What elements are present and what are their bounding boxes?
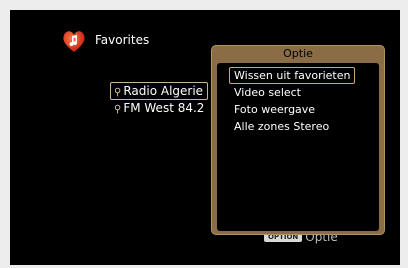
menu-item-all-zones-stereo[interactable]: Alle zones Stereo [229, 118, 334, 135]
popup-menu: Wissen uit favorieten Video select Foto … [217, 63, 379, 231]
tv-screen: Favorites ⚲ Radio Algerie ⚲ FM West 84.2 O… [10, 10, 400, 265]
menu-item-video-select[interactable]: Video select [229, 84, 306, 101]
list-item[interactable]: ⚲ Radio Algerie [110, 82, 209, 100]
menu-item-clear-favorite[interactable]: Wissen uit favorieten [229, 67, 356, 84]
list-item-label: FM West 84.2 [123, 101, 205, 115]
popup-title: Optie [283, 47, 313, 60]
menu-item-photo-view[interactable]: Foto weergave [229, 101, 320, 118]
heart-music-icon [63, 31, 85, 52]
list-item-label: Radio Algerie [123, 84, 204, 98]
antenna-icon: ⚲ [114, 104, 122, 115]
page-title: Favorites [95, 33, 150, 47]
option-popup: Optie Wissen uit favorieten Video select… [211, 45, 385, 235]
list-item[interactable]: ⚲ FM West 84.2 [110, 99, 209, 117]
antenna-icon: ⚲ [114, 87, 122, 98]
display-frame: Favorites ⚲ Radio Algerie ⚲ FM West 84.2 O… [0, 0, 408, 268]
